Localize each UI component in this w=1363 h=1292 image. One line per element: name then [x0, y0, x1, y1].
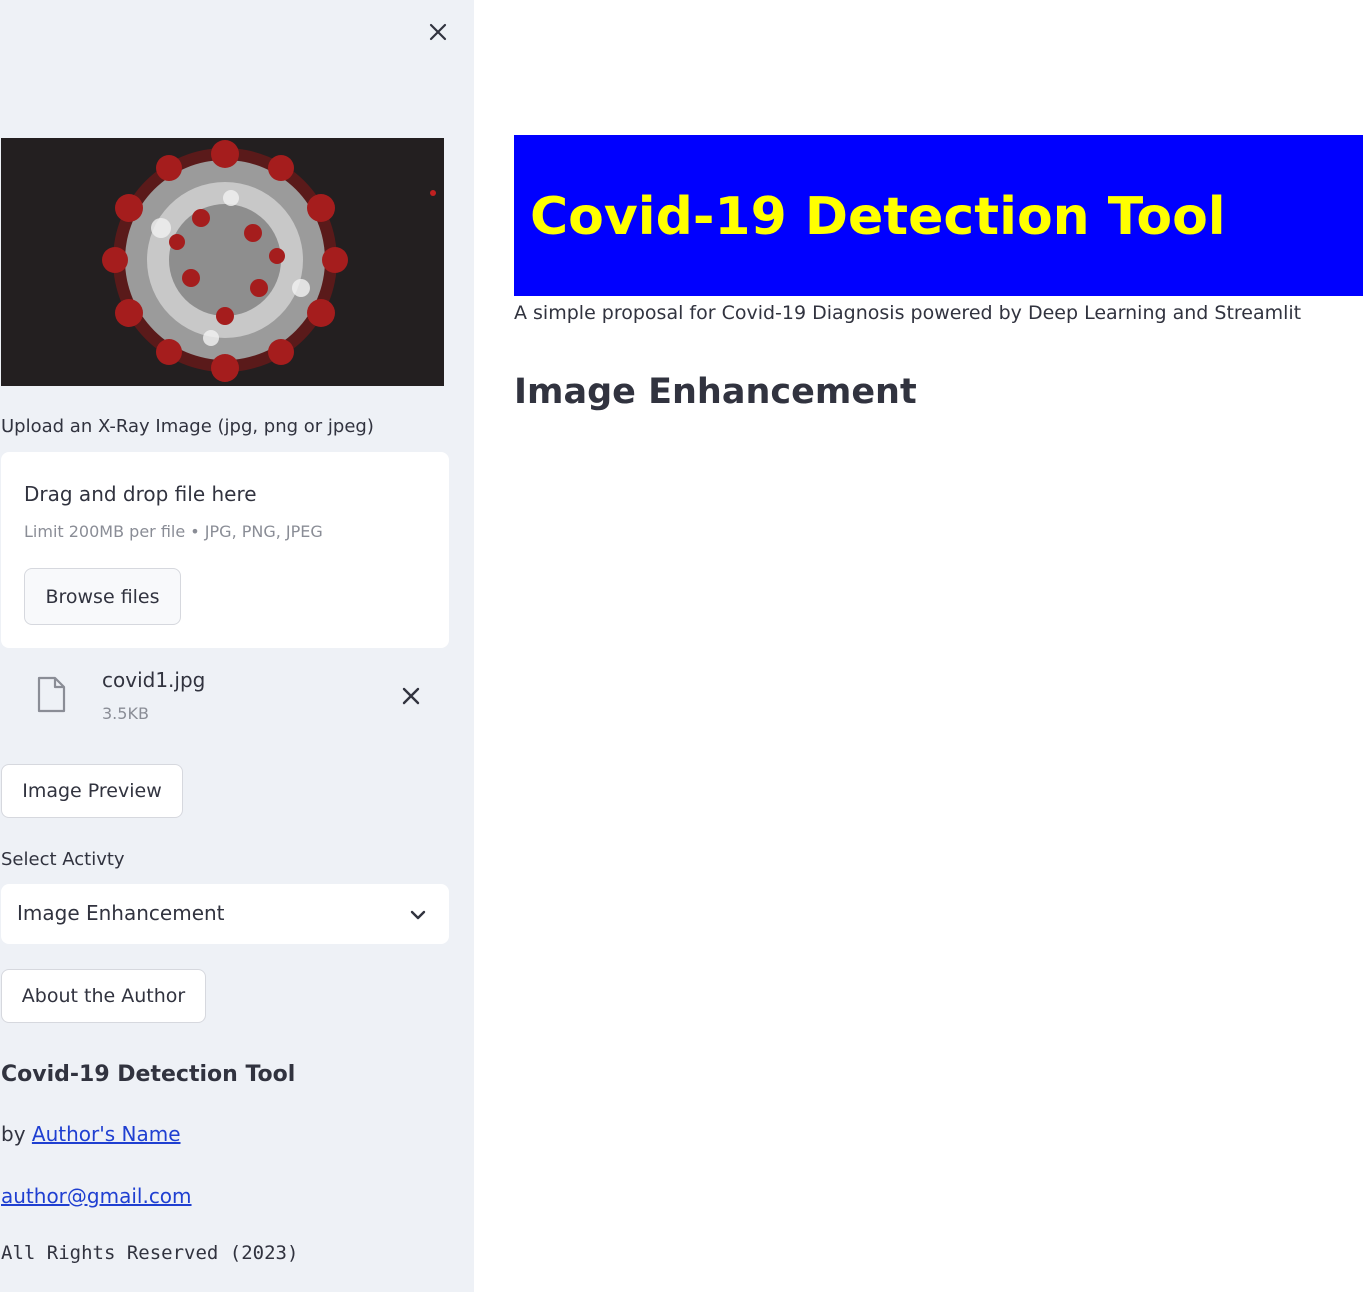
select-value: Image Enhancement	[17, 901, 225, 925]
rights-text: All Rights Reserved (2023)	[1, 1242, 299, 1264]
chevron-down-icon	[407, 904, 429, 926]
coronavirus-image	[1, 138, 444, 386]
app-root: Upload an X-Ray Image (jpg, png or jpeg)…	[0, 0, 1363, 1292]
dropzone-limit: Limit 200MB per file • JPG, PNG, JPEG	[24, 522, 323, 541]
image-preview-button[interactable]: Image Preview	[1, 764, 183, 818]
file-icon	[35, 676, 67, 714]
file-dropzone[interactable]: Drag and drop file here Limit 200MB per …	[1, 452, 449, 648]
uploaded-file-item: covid1.jpg 3.5KB	[1, 662, 449, 732]
page-title: Covid-19 Detection Tool	[530, 187, 1226, 247]
remove-file-icon[interactable]	[397, 682, 425, 710]
sidebar-footer-title: Covid-19 Detection Tool	[1, 1062, 296, 1087]
sidebar: Upload an X-Ray Image (jpg, png or jpeg)…	[0, 0, 474, 1292]
by-prefix: by	[1, 1122, 26, 1146]
title-banner: Covid-19 Detection Tool	[514, 135, 1363, 296]
author-line: by Author's Name	[1, 1122, 181, 1146]
dropzone-title: Drag and drop file here	[24, 482, 257, 506]
upload-label: Upload an X-Ray Image (jpg, png or jpeg)	[1, 416, 374, 437]
section-heading: Image Enhancement	[514, 372, 917, 412]
page-subtitle: A simple proposal for Covid-19 Diagnosis…	[514, 302, 1302, 324]
file-size: 3.5KB	[102, 704, 149, 723]
activity-select[interactable]: Image Enhancement	[1, 884, 449, 944]
close-icon[interactable]	[424, 18, 452, 46]
author-email-link[interactable]: author@gmail.com	[1, 1184, 192, 1208]
author-name-link[interactable]: Author's Name	[32, 1122, 181, 1146]
file-name: covid1.jpg	[102, 668, 206, 692]
browse-files-button[interactable]: Browse files	[24, 568, 181, 625]
select-activity-label: Select Activty	[1, 849, 125, 870]
about-author-button[interactable]: About the Author	[1, 969, 206, 1023]
